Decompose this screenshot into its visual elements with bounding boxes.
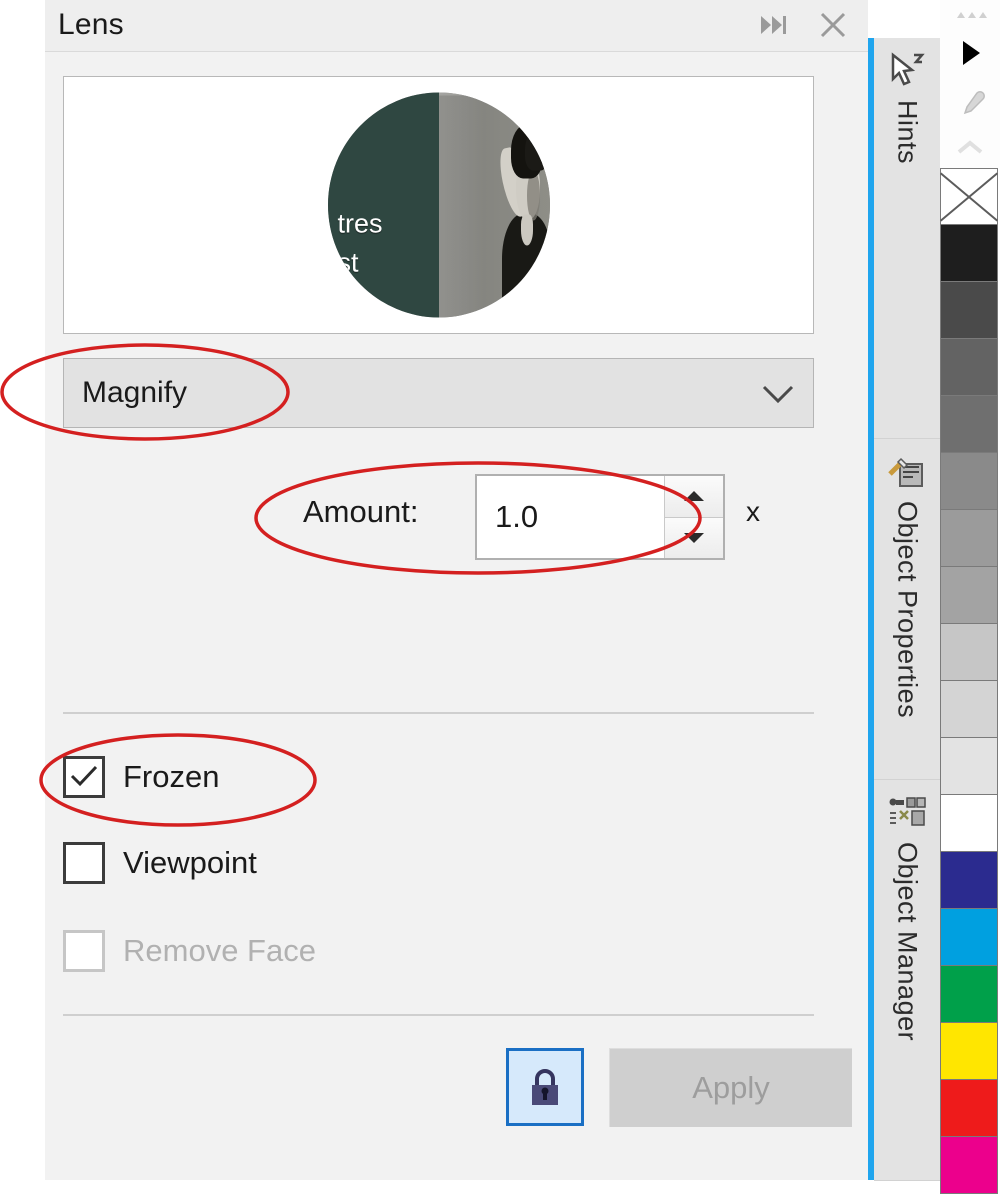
color-palette xyxy=(940,0,1000,1194)
stepper-up-icon[interactable] xyxy=(665,476,723,518)
amount-stepper xyxy=(664,476,723,558)
lens-preview: tres st xyxy=(63,76,814,334)
palette-swatch-black[interactable] xyxy=(940,225,998,282)
tab-object-manager[interactable]: Object Manager xyxy=(874,780,940,1181)
preview-person xyxy=(495,124,550,318)
palette-swatch-gray-10[interactable] xyxy=(940,738,998,795)
stepper-down-icon[interactable] xyxy=(665,517,723,558)
preview-overlay-text: tres st xyxy=(337,208,383,278)
palette-swatch-gray-50[interactable] xyxy=(940,510,998,567)
lens-docker: Lens tres st Magnify Amount: 1.0 x Froze… xyxy=(45,0,868,1180)
canvas-area xyxy=(0,0,45,1180)
section-divider-top xyxy=(63,712,814,714)
palette-swatch-gray-70[interactable] xyxy=(940,396,998,453)
scroll-up-icon[interactable] xyxy=(940,2,1000,28)
section-divider-bottom xyxy=(63,1014,814,1016)
palette-swatch-gray-60[interactable] xyxy=(940,453,998,510)
eyedropper-icon[interactable] xyxy=(940,82,1000,128)
lens-type-dropdown[interactable]: Magnify xyxy=(63,358,814,428)
frozen-label: Frozen xyxy=(123,759,220,794)
docker-header: Lens xyxy=(45,0,868,52)
palette-swatch-white[interactable] xyxy=(940,795,998,852)
lock-button[interactable] xyxy=(506,1048,584,1126)
palette-swatch-no-color[interactable] xyxy=(940,168,998,225)
object-properties-icon xyxy=(884,449,930,495)
palette-swatch-gray-90[interactable] xyxy=(940,282,998,339)
remove-face-label: Remove Face xyxy=(123,933,316,968)
scroll-expand-icon[interactable] xyxy=(940,30,1000,76)
apply-button: Apply xyxy=(609,1048,852,1127)
palette-swatch-gray-20[interactable] xyxy=(940,681,998,738)
lock-icon xyxy=(532,1069,558,1105)
palette-swatch-gray-80[interactable] xyxy=(940,339,998,396)
preview-thumbnail: tres st xyxy=(327,92,550,318)
collapse-icon[interactable] xyxy=(756,8,790,42)
amount-input[interactable]: 1.0 xyxy=(477,476,664,558)
object-manager-icon xyxy=(884,790,930,836)
amount-suffix: x xyxy=(746,496,760,527)
docker-tab-rail: Hints Object Properties Object Manager xyxy=(874,38,940,1181)
cursor-hints-icon xyxy=(884,48,930,94)
lens-docker-screen: Lens tres st Magnify Amount: 1.0 x Froze… xyxy=(0,0,1000,1194)
palette-swatch-cyan[interactable] xyxy=(940,909,998,966)
checkbox-box[interactable] xyxy=(63,756,105,798)
palette-swatch-gray-40[interactable] xyxy=(940,567,998,624)
viewpoint-label: Viewpoint xyxy=(123,845,257,880)
chevron-up-icon[interactable] xyxy=(940,130,1000,164)
amount-label: Amount: xyxy=(303,494,419,529)
tab-object-manager-label: Object Manager xyxy=(892,842,923,1042)
tab-hints[interactable]: Hints xyxy=(874,38,940,439)
palette-tools xyxy=(940,0,1000,168)
header-divider xyxy=(45,51,868,52)
palette-swatch-yellow[interactable] xyxy=(940,1023,998,1080)
palette-swatch-magenta[interactable] xyxy=(940,1137,998,1194)
palette-swatches xyxy=(940,168,1000,1194)
viewpoint-checkbox[interactable]: Viewpoint xyxy=(63,842,257,884)
amount-field[interactable]: 1.0 xyxy=(475,474,725,560)
docker-header-buttons xyxy=(756,8,850,42)
close-icon[interactable] xyxy=(816,8,850,42)
checkbox-box[interactable] xyxy=(63,842,105,884)
palette-swatch-red[interactable] xyxy=(940,1080,998,1137)
palette-swatch-gray-30[interactable] xyxy=(940,624,998,681)
lens-type-value: Magnify xyxy=(82,376,188,409)
tab-hints-label: Hints xyxy=(892,100,923,165)
palette-swatch-green[interactable] xyxy=(940,966,998,1023)
tab-object-properties-label: Object Properties xyxy=(892,501,923,719)
palette-swatch-dark-blue[interactable] xyxy=(940,852,998,909)
page-title: Lens xyxy=(58,8,124,41)
remove-face-checkbox: Remove Face xyxy=(63,930,316,972)
checkbox-box xyxy=(63,930,105,972)
chevron-down-icon xyxy=(761,383,795,410)
frozen-checkbox[interactable]: Frozen xyxy=(63,756,219,798)
tab-object-properties[interactable]: Object Properties xyxy=(874,439,940,780)
amount-row: Amount: 1.0 x xyxy=(63,466,814,570)
